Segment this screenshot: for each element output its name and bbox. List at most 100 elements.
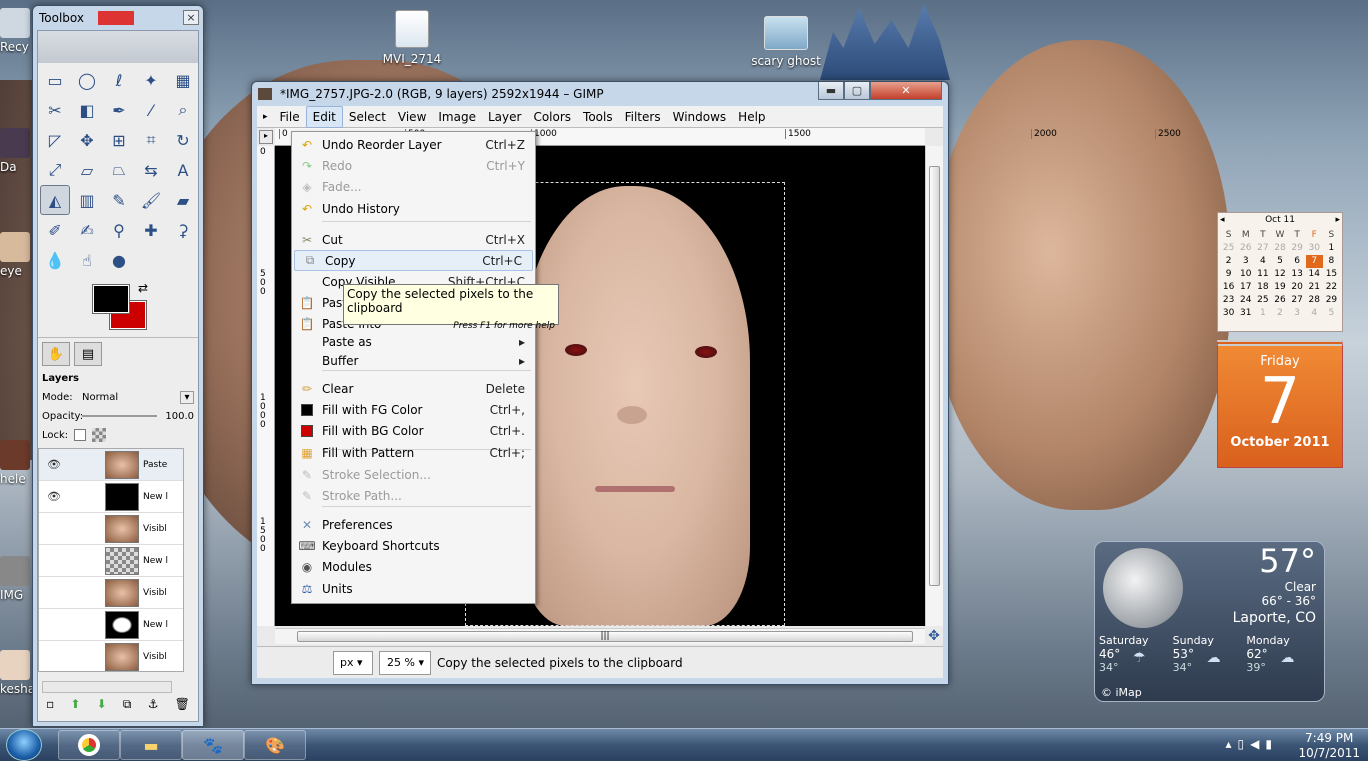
zoom-icon[interactable]: ⌕ bbox=[168, 95, 198, 125]
menu-colors[interactable]: Colors bbox=[527, 107, 577, 127]
menu-item-buffer[interactable]: Buffer ▸ bbox=[292, 350, 535, 371]
toolbox-titlebar[interactable]: Toolbox bbox=[33, 6, 203, 30]
calendar-day[interactable]: 29 bbox=[1323, 294, 1340, 307]
menu-item-undo-reorder-layer[interactable]: ↶ Undo Reorder Layer Ctrl+Z bbox=[292, 134, 535, 155]
menu-item-keyboard-shortcuts[interactable]: ⌨ Keyboard Shortcuts bbox=[292, 535, 535, 556]
calendar-day[interactable]: 12 bbox=[1271, 268, 1288, 281]
desktop-icon-video[interactable]: MVI_2714 bbox=[372, 10, 452, 66]
calendar-day[interactable]: 28 bbox=[1271, 242, 1288, 255]
lock-pixels-checkbox[interactable] bbox=[74, 429, 87, 441]
calendar-day[interactable]: 5 bbox=[1323, 307, 1340, 320]
desktop-icon-kesha[interactable]: kesha bbox=[0, 650, 36, 696]
menu-item-modules[interactable]: ◉ Modules bbox=[292, 556, 535, 577]
menu-item-fill-with-pattern[interactable]: ▦ Fill with Pattern Ctrl+; bbox=[292, 442, 535, 463]
layer-name[interactable]: Visibl bbox=[143, 652, 167, 662]
menu-file[interactable]: File bbox=[274, 107, 306, 127]
menu-item-units[interactable]: ⚖ Units bbox=[292, 578, 535, 599]
close-icon[interactable]: × bbox=[183, 10, 199, 25]
calendar-day[interactable]: 19 bbox=[1271, 281, 1288, 294]
horizontal-scroll-thumb[interactable]: ||| bbox=[297, 631, 913, 642]
calendar-day[interactable]: 30 bbox=[1220, 307, 1237, 320]
calendar-day[interactable]: 24 bbox=[1237, 294, 1254, 307]
next-month-icon[interactable]: ▸ bbox=[1335, 215, 1340, 229]
unit-select[interactable]: px ▾ bbox=[333, 650, 373, 675]
calendar-day[interactable]: 6 bbox=[1289, 255, 1306, 268]
rect-select-icon[interactable]: ▭ bbox=[40, 65, 70, 95]
measure-icon[interactable]: ◸ bbox=[40, 125, 70, 155]
calendar-day[interactable]: 8 bbox=[1323, 255, 1340, 268]
color-picker-icon[interactable]: ⁄ bbox=[136, 95, 166, 125]
layer-row[interactable]: New l bbox=[39, 609, 183, 641]
eraser-icon[interactable]: ▰ bbox=[168, 185, 198, 215]
calendar-day[interactable]: 31 bbox=[1237, 307, 1254, 320]
prev-month-icon[interactable]: ◂ bbox=[1220, 215, 1225, 229]
calendar-day[interactable]: 2 bbox=[1271, 307, 1288, 320]
calendar-day[interactable]: 20 bbox=[1289, 281, 1306, 294]
calendar-day[interactable]: 26 bbox=[1237, 242, 1254, 255]
calendar-day[interactable]: 5 bbox=[1271, 255, 1288, 268]
foreground-color-swatch[interactable] bbox=[92, 284, 130, 314]
desktop-icon-recycle[interactable]: Recy bbox=[0, 8, 36, 54]
heal-icon[interactable]: ✚ bbox=[136, 215, 166, 245]
menu-item-undo-history[interactable]: ↶ Undo History bbox=[292, 198, 535, 219]
menu-edit[interactable]: Edit bbox=[305, 105, 343, 128]
layers-tab[interactable]: ▤ bbox=[74, 342, 102, 366]
calendar-day[interactable]: 15 bbox=[1323, 268, 1340, 281]
horizontal-scrollbar[interactable]: ||| bbox=[275, 628, 925, 644]
desktop-icon-eye[interactable]: eye bbox=[0, 232, 36, 278]
start-orb-icon[interactable] bbox=[6, 729, 42, 761]
fuzzy-select-icon[interactable]: ✦ bbox=[136, 65, 166, 95]
anchor-layer-icon[interactable]: ⚓ bbox=[148, 697, 159, 719]
layer-name[interactable]: New l bbox=[143, 556, 168, 566]
delete-layer-icon[interactable]: 🗑 bbox=[175, 697, 190, 719]
layer-name[interactable]: Visibl bbox=[143, 524, 167, 534]
paintbrush-icon[interactable]: 🖌 bbox=[136, 185, 166, 215]
crop-icon[interactable]: ⌗ bbox=[136, 125, 166, 155]
desktop-icon-hele[interactable]: hele bbox=[0, 440, 36, 486]
color-select-icon[interactable]: ▦ bbox=[168, 65, 198, 95]
vertical-ruler[interactable]: 0 5 0 0 1 0 0 0 1 5 0 0 bbox=[257, 146, 275, 626]
smudge-icon[interactable]: ☝ bbox=[72, 245, 102, 275]
visibility-eye-icon[interactable]: 👁 bbox=[39, 458, 69, 471]
align-icon[interactable]: ⊞ bbox=[104, 125, 134, 155]
move-icon[interactable]: ✥ bbox=[72, 125, 102, 155]
layer-name[interactable]: Visibl bbox=[143, 588, 167, 598]
menu-filters[interactable]: Filters bbox=[619, 107, 667, 127]
weather-credit[interactable]: © iMap bbox=[1101, 686, 1142, 699]
airbrush-icon[interactable]: ✐ bbox=[40, 215, 70, 245]
calendar-day[interactable]: 22 bbox=[1323, 281, 1340, 294]
calendar-day[interactable]: 25 bbox=[1220, 242, 1237, 255]
menu-tools[interactable]: Tools bbox=[577, 107, 619, 127]
blend-icon[interactable]: ▥ bbox=[72, 185, 102, 215]
perspective-clone-icon[interactable]: ⚳ bbox=[168, 215, 198, 245]
calendar-day[interactable]: 1 bbox=[1254, 307, 1271, 320]
bucket-fill-icon[interactable]: ◭ bbox=[40, 185, 70, 215]
paths-icon[interactable]: ✒ bbox=[104, 95, 134, 125]
taskbar-gimp[interactable]: 🐾 bbox=[182, 730, 244, 760]
menu-item-cut[interactable]: ✂ Cut Ctrl+X bbox=[292, 229, 535, 250]
foreground-select-icon[interactable]: ◧ bbox=[72, 95, 102, 125]
menu-image[interactable]: Image bbox=[432, 107, 482, 127]
chevron-down-icon[interactable]: ▾ bbox=[180, 390, 194, 404]
calendar-day[interactable]: 4 bbox=[1306, 307, 1323, 320]
calendar-day[interactable]: 25 bbox=[1254, 294, 1271, 307]
calendar-day[interactable]: 27 bbox=[1254, 242, 1271, 255]
clone-icon[interactable]: ⚲ bbox=[104, 215, 134, 245]
calendar-day[interactable]: 2 bbox=[1220, 255, 1237, 268]
menu-windows[interactable]: Windows bbox=[667, 107, 733, 127]
scissors-icon[interactable]: ✂ bbox=[40, 95, 70, 125]
menu-select[interactable]: Select bbox=[343, 107, 392, 127]
duplicate-layer-icon[interactable]: ⧉ bbox=[123, 697, 132, 719]
layer-row[interactable]: 👁 New l bbox=[39, 481, 183, 513]
taskbar-chrome[interactable] bbox=[58, 730, 120, 760]
desktop-icon-img[interactable]: IMG bbox=[0, 556, 36, 602]
calendar-day[interactable]: 1 bbox=[1323, 242, 1340, 255]
calendar-day[interactable]: 18 bbox=[1254, 281, 1271, 294]
new-layer-icon[interactable]: ▫ bbox=[46, 697, 54, 719]
desktop-icon-da[interactable]: Da bbox=[0, 128, 36, 174]
desktop-icon-ghost[interactable]: scary ghost bbox=[746, 16, 826, 68]
calendar-day[interactable]: 9 bbox=[1220, 268, 1237, 281]
menu-help[interactable]: Help bbox=[732, 107, 771, 127]
pencil-icon[interactable]: ✎ bbox=[104, 185, 134, 215]
menu-item-clear[interactable]: ✏ Clear Delete bbox=[292, 378, 535, 399]
